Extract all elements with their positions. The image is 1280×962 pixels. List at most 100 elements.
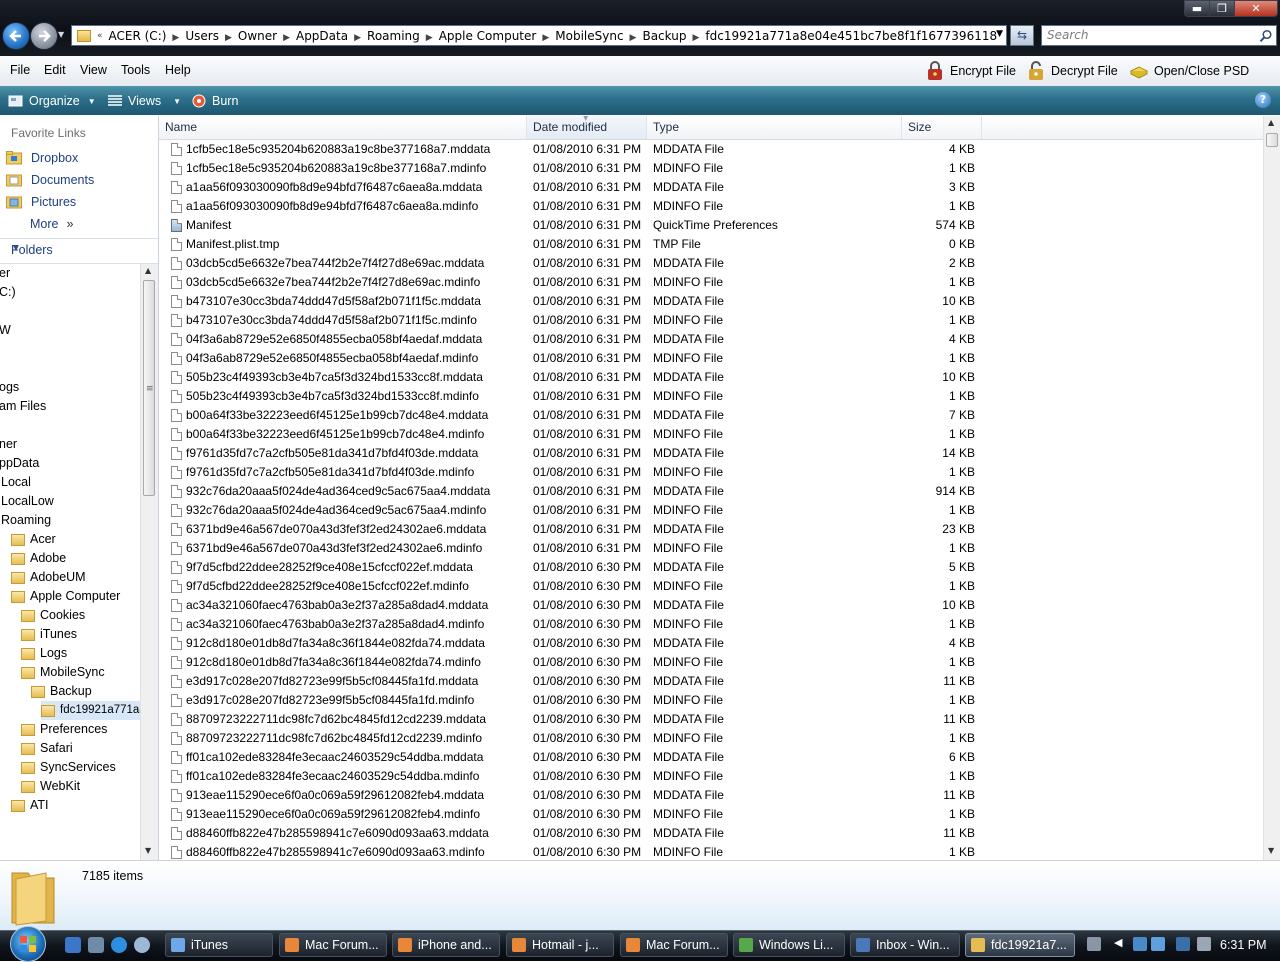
- breadcrumb-item[interactable]: fdc19921a771a8e04e451bc7be8f1f1677396118: [701, 29, 1001, 43]
- file-row[interactable]: 932c76da20aaa5f024de4ad364ced9c5ac675aa4…: [159, 482, 1059, 501]
- file-row[interactable]: 04f3a6ab8729e52e6850f4855ecba058bf4aedaf…: [159, 330, 1059, 349]
- breadcrumb-item[interactable]: AppData: [292, 29, 352, 43]
- file-row[interactable]: e3d917c028e207fd82723e99f5b5cf08445fa1fd…: [159, 691, 1059, 710]
- file-row[interactable]: ff01ca102ede83284fe3ecaac24603529c54ddba…: [159, 767, 1059, 786]
- folder-tree-item[interactable]: ner: [0, 435, 17, 454]
- file-list-scrollbar[interactable]: ▲ ▼: [1263, 116, 1280, 860]
- display-tray-icon[interactable]: [1176, 937, 1190, 951]
- menu-edit[interactable]: Edit: [44, 63, 66, 77]
- folder-tree-item[interactable]: W: [0, 321, 11, 340]
- breadcrumb-separator-icon[interactable]: ▶: [281, 33, 292, 43]
- favorite-pictures[interactable]: Pictures: [6, 192, 76, 212]
- file-row[interactable]: 505b23c4f49393cb3e4b7ca5f3d324bd1533cc8f…: [159, 368, 1059, 387]
- breadcrumb-separator-icon[interactable]: ▶: [352, 33, 363, 43]
- breadcrumb-separator-icon[interactable]: ▶: [424, 33, 435, 43]
- folder-tree-item[interactable]: Local: [1, 473, 31, 492]
- menu-view[interactable]: View: [80, 63, 107, 77]
- address-bar[interactable]: « ACER (C:) ▶ Users ▶ Owner ▶ AppData ▶ Roaming ▶…: [71, 25, 1007, 46]
- file-row[interactable]: f9761d35fd7c7a2cfb505e81da341d7bfd4f03de…: [159, 444, 1059, 463]
- folder-tree-item[interactable]: Preferences: [21, 720, 107, 739]
- refresh-button[interactable]: ⇆: [1010, 25, 1034, 46]
- folder-tree-item[interactable]: Acer: [11, 530, 56, 549]
- back-button[interactable]: [2, 22, 30, 50]
- scroll-up-icon[interactable]: ▲: [1268, 118, 1274, 127]
- maximize-button[interactable]: ❐: [1209, 0, 1235, 17]
- taskbar-button[interactable]: Windows Li...: [733, 933, 845, 957]
- folder-tree-item[interactable]: AdobeUM: [11, 568, 86, 587]
- dropbox-tray-icon[interactable]: [1151, 937, 1165, 951]
- file-row[interactable]: b00a64f33be32223eed6f45125e1b99cb7dc48e4…: [159, 406, 1059, 425]
- network-tray-icon[interactable]: [1133, 937, 1147, 951]
- column-name[interactable]: Name: [159, 116, 527, 139]
- breadcrumb-item[interactable]: ACER (C:): [105, 29, 171, 43]
- menu-file[interactable]: File: [10, 63, 30, 77]
- folder-tree-item[interactable]: WebKit: [21, 777, 80, 796]
- folder-tree-item[interactable]: Roaming: [1, 511, 51, 530]
- file-row[interactable]: 6371bd9e46a567de070a43d3fef3f2ed24302ae6…: [159, 539, 1059, 558]
- taskbar-button[interactable]: iTunes: [165, 933, 273, 957]
- folder-tree-item[interactable]: ogs: [0, 378, 19, 397]
- taskbar-button[interactable]: Inbox - Win...: [850, 933, 960, 957]
- file-row[interactable]: ac34a321060faec4763bab0a3e2f37a285a8dad4…: [159, 615, 1059, 634]
- folder-tree-item[interactable]: fdc19921a771a8e04: [41, 701, 140, 720]
- scroll-thumb[interactable]: [1266, 133, 1278, 147]
- file-row[interactable]: a1aa56f093030090fb8d9e94bfd7f6487c6aea8a…: [159, 178, 1059, 197]
- burn-button[interactable]: Burn: [192, 92, 238, 110]
- file-row[interactable]: a1aa56f093030090fb8d9e94bfd7f6487c6aea8a…: [159, 197, 1059, 216]
- taskbar-button[interactable]: fdc19921a7...: [965, 933, 1075, 957]
- forward-button[interactable]: [30, 22, 58, 50]
- menu-help[interactable]: Help: [165, 63, 191, 77]
- favorite-documents[interactable]: Documents: [6, 170, 94, 190]
- folder-tree-scrollbar[interactable]: ▲ ≡ ▼: [140, 264, 158, 860]
- internet-explorer-icon[interactable]: [111, 937, 127, 953]
- file-row[interactable]: 1cfb5ec18e5c935204b620883a19c8be377168a7…: [159, 159, 1059, 178]
- switch-windows-icon[interactable]: [88, 937, 104, 953]
- file-row[interactable]: 88709723222711dc98fc7d62bc4845fd12cd2239…: [159, 710, 1059, 729]
- file-row[interactable]: d88460ffb822e47b285598941c7e6090d093aa63…: [159, 824, 1059, 843]
- column-size[interactable]: Size: [902, 116, 982, 139]
- encrypt-file-button[interactable]: Encrypt File: [925, 61, 1016, 81]
- file-row[interactable]: b473107e30cc3bda74ddd47d5f58af2b071f1f5c…: [159, 311, 1059, 330]
- close-button[interactable]: ✕: [1234, 0, 1278, 17]
- overflow-chevron[interactable]: «: [95, 31, 105, 41]
- views-button[interactable]: Views ▼: [108, 92, 181, 110]
- media-player-icon[interactable]: [134, 937, 150, 953]
- file-row[interactable]: 6371bd9e46a567de070a43d3fef3f2ed24302ae6…: [159, 520, 1059, 539]
- address-dropdown-icon[interactable]: ▼: [996, 29, 1003, 39]
- open-close-psd-button[interactable]: Open/Close PSD: [1129, 61, 1249, 81]
- file-row[interactable]: ac34a321060faec4763bab0a3e2f37a285a8dad4…: [159, 596, 1059, 615]
- breadcrumb-item[interactable]: MobileSync: [551, 29, 627, 43]
- minimize-button[interactable]: ▬: [1184, 0, 1210, 17]
- folder-tree-item[interactable]: Safari: [21, 739, 73, 758]
- file-row[interactable]: 03dcb5cd5e6632e7bea744f2b2e7f4f27d8e69ac…: [159, 273, 1059, 292]
- favorite-more[interactable]: More »: [30, 214, 73, 234]
- folder-tree-item[interactable]: er: [0, 264, 10, 283]
- file-row[interactable]: e3d917c028e207fd82723e99f5b5cf08445fa1fd…: [159, 672, 1059, 691]
- breadcrumb-separator-icon[interactable]: ▶: [628, 33, 639, 43]
- file-row[interactable]: 04f3a6ab8729e52e6850f4855ecba058bf4aedaf…: [159, 349, 1059, 368]
- file-row[interactable]: ff01ca102ede83284fe3ecaac24603529c54ddba…: [159, 748, 1059, 767]
- file-row[interactable]: 1cfb5ec18e5c935204b620883a19c8be377168a7…: [159, 140, 1059, 159]
- file-row[interactable]: 9f7d5cfbd22ddee28252f9ce408e15cfccf022ef…: [159, 558, 1059, 577]
- file-row[interactable]: 912c8d180e01db8d7fa34a8c36f1844e082fda74…: [159, 634, 1059, 653]
- file-row[interactable]: 932c76da20aaa5f024de4ad364ced9c5ac675aa4…: [159, 501, 1059, 520]
- column-type[interactable]: Type: [647, 116, 902, 139]
- help-icon[interactable]: ?: [1255, 92, 1271, 108]
- keyboard-icon[interactable]: [1087, 937, 1101, 951]
- breadcrumb-separator-icon[interactable]: ▶: [690, 33, 701, 43]
- decrypt-file-button[interactable]: Decrypt File: [1026, 61, 1118, 81]
- breadcrumb-item[interactable]: Users: [181, 29, 223, 43]
- search-icon[interactable]: [1259, 29, 1273, 43]
- organize-button[interactable]: Organize ▼: [8, 92, 96, 110]
- folder-tree-item[interactable]: Adobe: [11, 549, 66, 568]
- show-desktop-icon[interactable]: [65, 937, 81, 953]
- start-button[interactable]: [10, 926, 46, 962]
- breadcrumb-item[interactable]: Roaming: [363, 29, 424, 43]
- volume-icon[interactable]: [1197, 937, 1211, 951]
- taskbar-button[interactable]: Hotmail - j...: [506, 933, 614, 957]
- breadcrumb-item[interactable]: Apple Computer: [435, 29, 541, 43]
- taskbar-button[interactable]: iPhone and...: [392, 933, 500, 957]
- breadcrumb-item[interactable]: Backup: [638, 29, 690, 43]
- file-row[interactable]: b00a64f33be32223eed6f45125e1b99cb7dc48e4…: [159, 425, 1059, 444]
- file-row[interactable]: Manifest 01/08/2010 6:31 PM QuickTime Pref…: [159, 216, 1059, 235]
